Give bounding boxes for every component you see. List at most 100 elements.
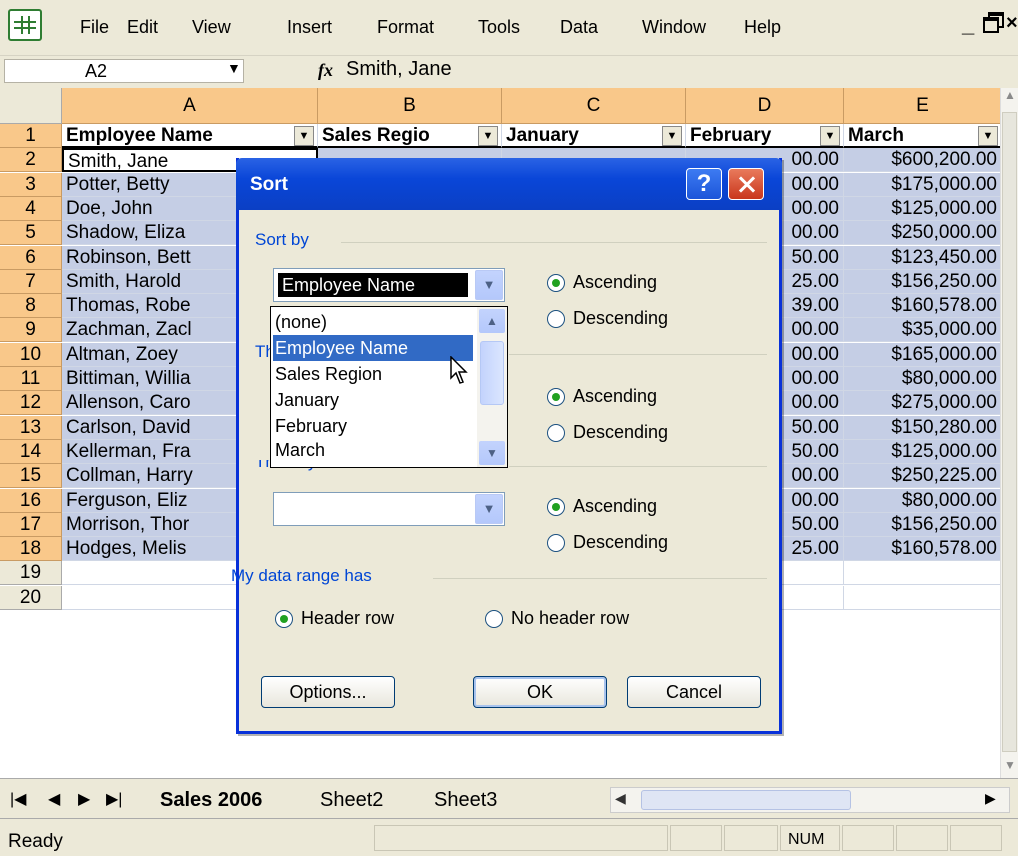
dropdown-option[interactable]: March	[273, 437, 473, 467]
menu-insert[interactable]: Insert	[287, 17, 332, 38]
table-cell[interactable]: $250,225.00	[844, 464, 1002, 489]
autofilter-dropdown-icon[interactable]: ▼	[294, 126, 314, 146]
table-cell[interactable]: $156,250.00	[844, 512, 1002, 537]
table-cell[interactable]: $125,000.00	[844, 196, 1002, 221]
menu-format[interactable]: Format	[377, 17, 434, 38]
chevron-up-icon[interactable]: ▲	[479, 309, 505, 333]
row-header[interactable]: 18	[0, 537, 62, 562]
minimize-icon[interactable]: _	[962, 12, 974, 38]
vertical-scrollbar[interactable]: ▲ ▼	[1000, 88, 1018, 778]
row-header[interactable]: 2	[0, 148, 62, 173]
table-cell[interactable]	[844, 585, 1002, 610]
table-cell[interactable]: $123,450.00	[844, 245, 1002, 270]
autofilter-dropdown-icon[interactable]: ▼	[662, 126, 682, 146]
dropdown-option[interactable]: Employee Name	[273, 335, 473, 361]
last-sheet-icon[interactable]: ▶|	[106, 789, 122, 809]
chevron-down-icon[interactable]: ▼	[479, 441, 505, 465]
row-header[interactable]: 11	[0, 367, 62, 391]
dropdown-scroll-thumb[interactable]	[480, 341, 504, 405]
table-cell[interactable]: $160,578.00	[844, 537, 1002, 562]
table-cell[interactable]	[844, 561, 1002, 586]
dropdown-option[interactable]: February	[273, 413, 473, 439]
autofilter-dropdown-icon[interactable]: ▼	[478, 126, 498, 146]
formula-input[interactable]: Smith, Jane	[346, 58, 452, 81]
table-cell[interactable]: $275,000.00	[844, 391, 1002, 416]
row-header[interactable]: 19	[0, 561, 62, 586]
table-cell[interactable]: $600,200.00	[844, 148, 1002, 173]
menu-window[interactable]: Window	[642, 17, 706, 38]
table-cell[interactable]: $250,000.00	[844, 221, 1002, 246]
excel-app-icon[interactable]	[8, 9, 42, 41]
row-header[interactable]: 3	[0, 172, 62, 197]
menu-data[interactable]: Data	[560, 17, 598, 38]
horizontal-scrollbar[interactable]: ◀ ▶	[610, 787, 1010, 813]
dropdown-option[interactable]: Sales Region	[273, 361, 473, 387]
menu-edit[interactable]: Edit	[127, 17, 158, 38]
row-header[interactable]: 12	[0, 391, 62, 416]
column-header[interactable]: C	[502, 88, 686, 124]
row-header[interactable]: 13	[0, 415, 62, 440]
row-header[interactable]: 20	[0, 585, 62, 610]
autofilter-dropdown-icon[interactable]: ▼	[978, 126, 998, 146]
next-sheet-icon[interactable]: ▶	[78, 789, 90, 809]
table-cell[interactable]: $35,000.00	[844, 318, 1002, 343]
row-header[interactable]: 15	[0, 464, 62, 489]
scroll-up-icon[interactable]: ▲	[1001, 88, 1018, 108]
scroll-right-icon[interactable]: ▶	[985, 790, 1005, 810]
help-button[interactable]: ?	[686, 168, 722, 200]
row-header[interactable]: 4	[0, 196, 62, 221]
menu-tools[interactable]: Tools	[478, 17, 520, 38]
column-header[interactable]: D	[686, 88, 844, 124]
header-cell[interactable]: Employee Name	[62, 124, 318, 148]
dropdown-option[interactable]: January	[273, 387, 473, 413]
table-cell[interactable]: $156,250.00	[844, 269, 1002, 294]
fx-icon[interactable]: fx	[318, 60, 333, 81]
row-header[interactable]: 5	[0, 221, 62, 246]
row-header[interactable]: 10	[0, 342, 62, 367]
name-box[interactable]: A2 ▼	[4, 59, 244, 83]
menu-file[interactable]: File	[80, 17, 109, 38]
column-header[interactable]: A	[62, 88, 318, 124]
row-header[interactable]: 16	[0, 488, 62, 513]
row-header[interactable]: 14	[0, 439, 62, 464]
ok-button[interactable]: OK	[473, 676, 607, 708]
tab-sheet2[interactable]: Sheet2	[320, 789, 383, 812]
first-sheet-icon[interactable]: |◀	[10, 789, 26, 809]
menu-view[interactable]: View	[192, 17, 231, 38]
scroll-down-icon[interactable]: ▼	[1001, 758, 1018, 778]
scroll-left-icon[interactable]: ◀	[615, 790, 635, 810]
cancel-button[interactable]: Cancel	[627, 676, 761, 708]
sort-by-combo[interactable]: Employee Name ▼	[273, 268, 505, 302]
chevron-down-icon[interactable]: ▼	[475, 494, 503, 524]
row-header[interactable]: 9	[0, 318, 62, 343]
chevron-down-icon[interactable]: ▼	[227, 60, 241, 76]
row-header[interactable]: 6	[0, 245, 62, 270]
tab-sheet3[interactable]: Sheet3	[434, 789, 497, 812]
table-cell[interactable]: $160,578.00	[844, 294, 1002, 319]
table-cell[interactable]: $80,000.00	[844, 488, 1002, 513]
row-header[interactable]: 8	[0, 294, 62, 319]
options-button[interactable]: Options...	[261, 676, 395, 708]
restore-icon[interactable]	[982, 10, 1004, 33]
menu-help[interactable]: Help	[744, 17, 781, 38]
tab-sales-2006[interactable]: Sales 2006	[160, 789, 262, 812]
table-cell[interactable]: $165,000.00	[844, 342, 1002, 367]
autofilter-dropdown-icon[interactable]: ▼	[820, 126, 840, 146]
table-cell[interactable]: $150,280.00	[844, 415, 1002, 440]
scroll-thumb[interactable]	[1002, 112, 1017, 752]
row-header[interactable]: 7	[0, 269, 62, 294]
dropdown-scrollbar[interactable]: ▲ ▼	[477, 307, 507, 467]
column-header[interactable]: E	[844, 88, 1002, 124]
row-header[interactable]: 17	[0, 512, 62, 537]
row-header[interactable]: 1	[0, 124, 62, 148]
prev-sheet-icon[interactable]: ◀	[48, 789, 60, 809]
close-window-icon[interactable]: ×	[1006, 12, 1018, 35]
header-cell[interactable]: Sales Regio	[318, 124, 502, 148]
dialog-titlebar[interactable]: Sort ?	[236, 158, 782, 210]
then-by2-combo[interactable]: ▼	[273, 492, 505, 526]
table-cell[interactable]: $125,000.00	[844, 439, 1002, 464]
horizontal-scroll-thumb[interactable]	[641, 790, 851, 810]
table-cell[interactable]: $80,000.00	[844, 367, 1002, 391]
header-cell[interactable]: January	[502, 124, 686, 148]
table-cell[interactable]: $175,000.00	[844, 172, 1002, 197]
